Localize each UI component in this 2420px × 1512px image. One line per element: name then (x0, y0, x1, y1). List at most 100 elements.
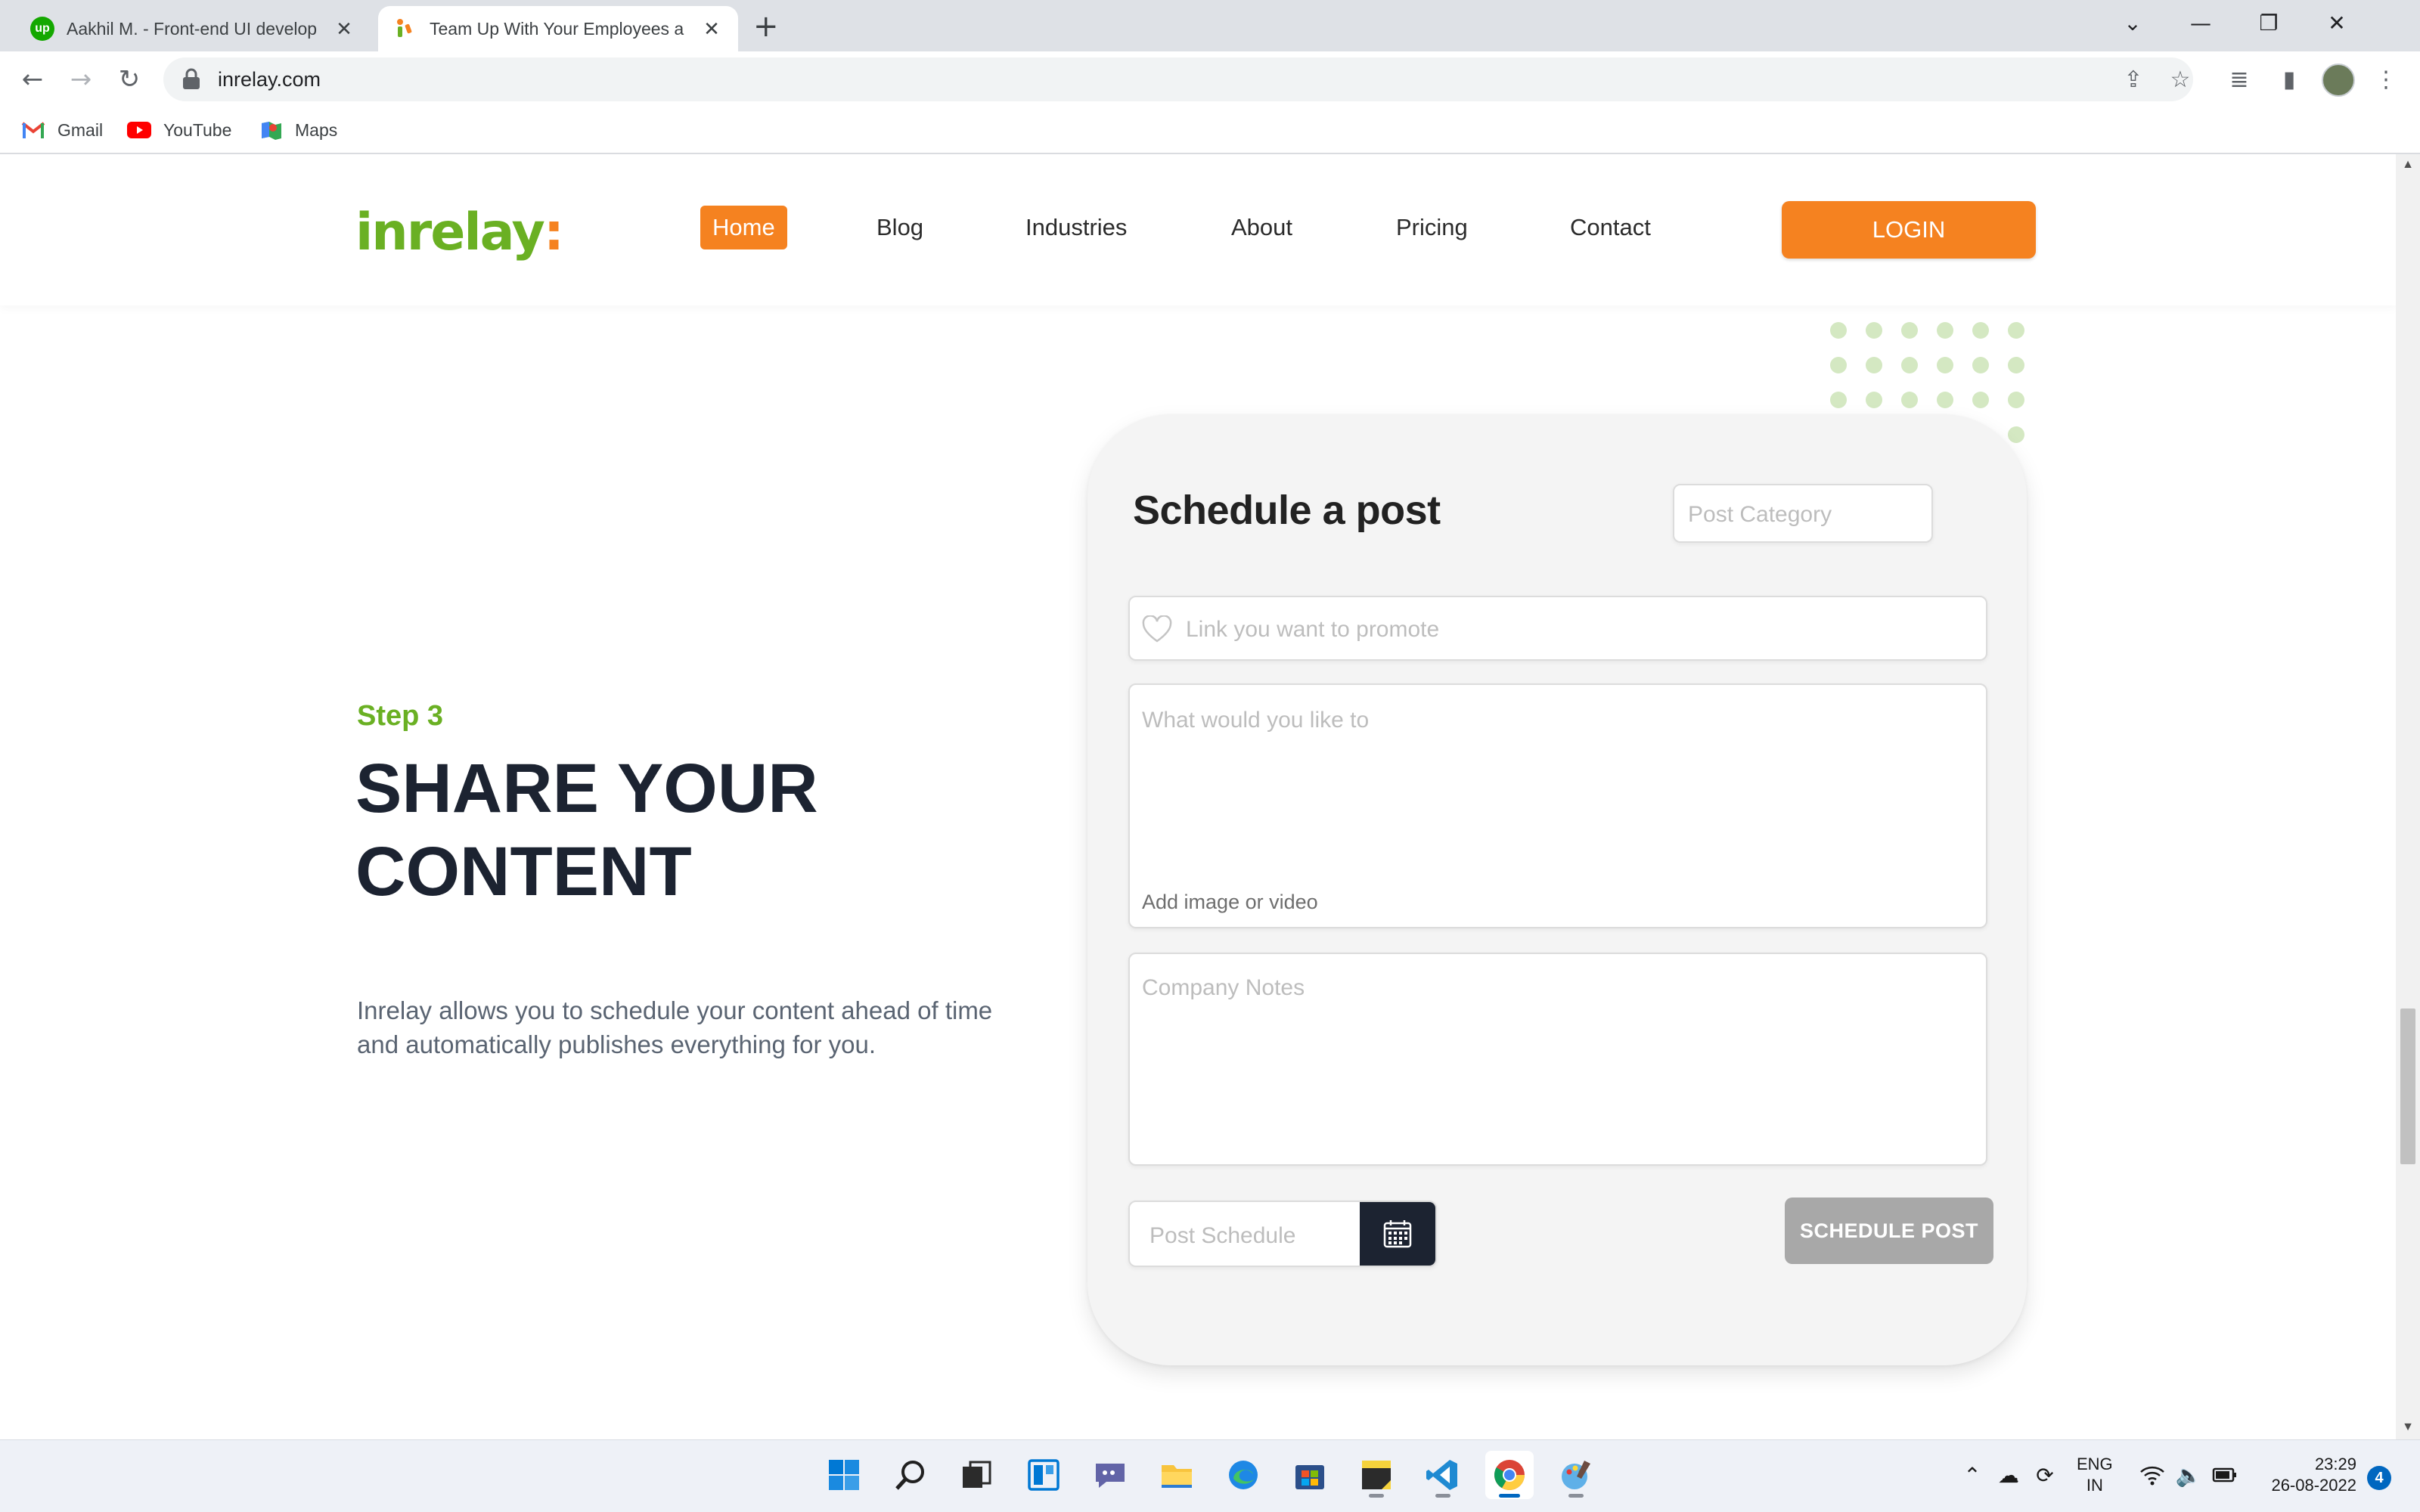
post-content-textarea[interactable]: What would you like to Add image or vide… (1128, 683, 1987, 928)
tab-close-icon[interactable]: ✕ (333, 17, 355, 41)
decorative-dot (1972, 322, 1989, 339)
reload-icon[interactable]: ↻ (112, 62, 147, 97)
volume-icon[interactable]: 🔈 (2173, 1460, 2204, 1490)
language-line-2: IN (2086, 1476, 2103, 1495)
logo-suffix: : (543, 203, 564, 262)
scrollbar-thumb[interactable] (2400, 1009, 2415, 1164)
nav-industries[interactable]: Industries (1013, 206, 1139, 249)
nav-blog[interactable]: Blog (864, 206, 935, 249)
wifi-icon[interactable] (2137, 1460, 2167, 1490)
nav-contact[interactable]: Contact (1558, 206, 1663, 249)
notification-badge[interactable]: 4 (2367, 1466, 2391, 1490)
bookmark-label: YouTube (163, 119, 232, 140)
chrome-icon[interactable] (1485, 1451, 1534, 1499)
calendar-button[interactable] (1360, 1202, 1435, 1266)
bookmark-gmail[interactable]: Gmail (21, 115, 103, 145)
bookmark-label: Gmail (57, 119, 104, 140)
profile-avatar[interactable] (2322, 64, 2355, 97)
decorative-dot (1972, 357, 1989, 373)
decorative-dot (1866, 322, 1882, 339)
decorative-dot (2008, 322, 2024, 339)
youtube-icon (127, 122, 151, 138)
page-scrollbar[interactable]: ▲ ▼ (2396, 154, 2420, 1439)
tab-search-icon[interactable]: ⌄ (2114, 5, 2151, 41)
gmail-icon (21, 122, 45, 138)
tab-close-icon[interactable]: ✕ (700, 17, 723, 41)
step-label: Step 3 (357, 700, 444, 732)
language-indicator[interactable]: ENG IN (2077, 1454, 2113, 1496)
reading-list-icon[interactable]: ≣ (2223, 64, 2255, 95)
decorative-dot (1937, 322, 1953, 339)
forward-icon[interactable]: → (64, 62, 98, 97)
decorative-dot (2008, 392, 2024, 408)
minimize-button[interactable]: — (2183, 5, 2219, 41)
vscode-icon[interactable] (1419, 1451, 1467, 1499)
search-icon[interactable] (886, 1451, 935, 1499)
task-view-icon[interactable] (953, 1451, 1001, 1499)
battery-icon[interactable] (2210, 1460, 2240, 1490)
sticky-notes-icon[interactable] (1352, 1451, 1401, 1499)
schedule-placeholder: Post Schedule (1150, 1223, 1296, 1248)
bookmark-maps[interactable]: Maps (259, 115, 337, 145)
chevron-up-icon[interactable]: ⌃ (1957, 1460, 1987, 1490)
link-placeholder: Link you want to promote (1186, 617, 1440, 642)
inrelay-logo[interactable]: inrelay: (355, 203, 564, 262)
heart-icon (1142, 615, 1172, 643)
section-description: Inrelay allows you to schedule your cont… (357, 996, 993, 1058)
nav-pricing[interactable]: Pricing (1384, 206, 1480, 249)
paint-icon[interactable] (1552, 1451, 1600, 1499)
new-tab-button[interactable]: + (753, 9, 779, 44)
bookmark-star-icon[interactable]: ☆ (2164, 64, 2196, 95)
bookmarks-bar: Gmail YouTube Maps (0, 107, 2420, 154)
logo-text: inrelay (355, 203, 545, 262)
nav-home[interactable]: Home (700, 206, 787, 249)
clock-time: 23:29 (2314, 1455, 2356, 1473)
scroll-down-icon[interactable]: ▼ (2402, 1421, 2414, 1433)
company-notes-textarea[interactable]: Company Notes (1128, 953, 1987, 1166)
site-header: inrelay: Home Blog Industries About Pric… (0, 154, 2396, 305)
decorative-dot (1901, 322, 1918, 339)
post-schedule-input[interactable]: Post Schedule (1128, 1201, 1437, 1267)
close-window-button[interactable]: ✕ (2319, 5, 2355, 41)
add-media-link[interactable]: Add image or video (1142, 891, 1318, 914)
tab-inrelay[interactable]: Team Up With Your Employees a ✕ (378, 6, 738, 51)
restore-button[interactable]: ❐ (2251, 5, 2287, 41)
running-indicator (1369, 1494, 1384, 1498)
address-bar[interactable]: inrelay.com (163, 57, 2193, 101)
browser-tab-strip: up Aakhil M. - Front-end UI develop ✕ Te… (0, 0, 2420, 51)
promote-link-input[interactable]: Link you want to promote (1128, 596, 1987, 661)
scroll-up-icon[interactable]: ▲ (2402, 159, 2414, 171)
tab-upwork[interactable]: up Aakhil M. - Front-end UI develop ✕ (15, 6, 371, 51)
schedule-post-card: Schedule a post Post Category Link you w… (1087, 414, 2027, 1365)
share-icon[interactable]: ⇪ (2118, 64, 2149, 95)
decorative-dot (2008, 426, 2024, 443)
chat-icon[interactable] (1086, 1451, 1134, 1499)
login-button[interactable]: LOGIN (1782, 201, 2036, 259)
decorative-dot (1866, 392, 1882, 408)
decorative-dot (1901, 357, 1918, 373)
nav-about[interactable]: About (1219, 206, 1305, 249)
widgets-icon[interactable] (1019, 1451, 1068, 1499)
sync-icon[interactable]: ⟳ (2030, 1460, 2060, 1490)
side-panel-icon[interactable]: ▮ (2273, 64, 2305, 95)
upwork-favicon-icon: up (30, 17, 54, 41)
store-icon[interactable] (1286, 1451, 1334, 1499)
notes-placeholder: Company Notes (1142, 975, 1305, 1000)
onedrive-cloud-icon[interactable]: ☁ (1993, 1460, 2024, 1490)
windows-start-icon[interactable] (820, 1451, 868, 1499)
decorative-dot (1937, 357, 1953, 373)
back-icon[interactable]: ← (15, 62, 50, 97)
maps-icon (262, 122, 281, 140)
inrelay-favicon-icon (393, 17, 417, 41)
webpage: inrelay: Home Blog Industries About Pric… (0, 154, 2396, 1439)
bookmark-youtube[interactable]: YouTube (127, 115, 231, 145)
calendar-icon (1383, 1220, 1412, 1248)
menu-kebab-icon[interactable]: ⋮ (2370, 64, 2402, 95)
edge-icon[interactable] (1219, 1451, 1267, 1499)
clock[interactable]: 23:29 26-08-2022 (2258, 1454, 2356, 1496)
schedule-post-button[interactable]: SCHEDULE POST (1785, 1198, 1993, 1264)
post-category-select[interactable]: Post Category (1673, 484, 1933, 543)
file-explorer-icon[interactable] (1153, 1451, 1201, 1499)
category-placeholder: Post Category (1688, 502, 1832, 527)
active-indicator (1499, 1494, 1520, 1498)
